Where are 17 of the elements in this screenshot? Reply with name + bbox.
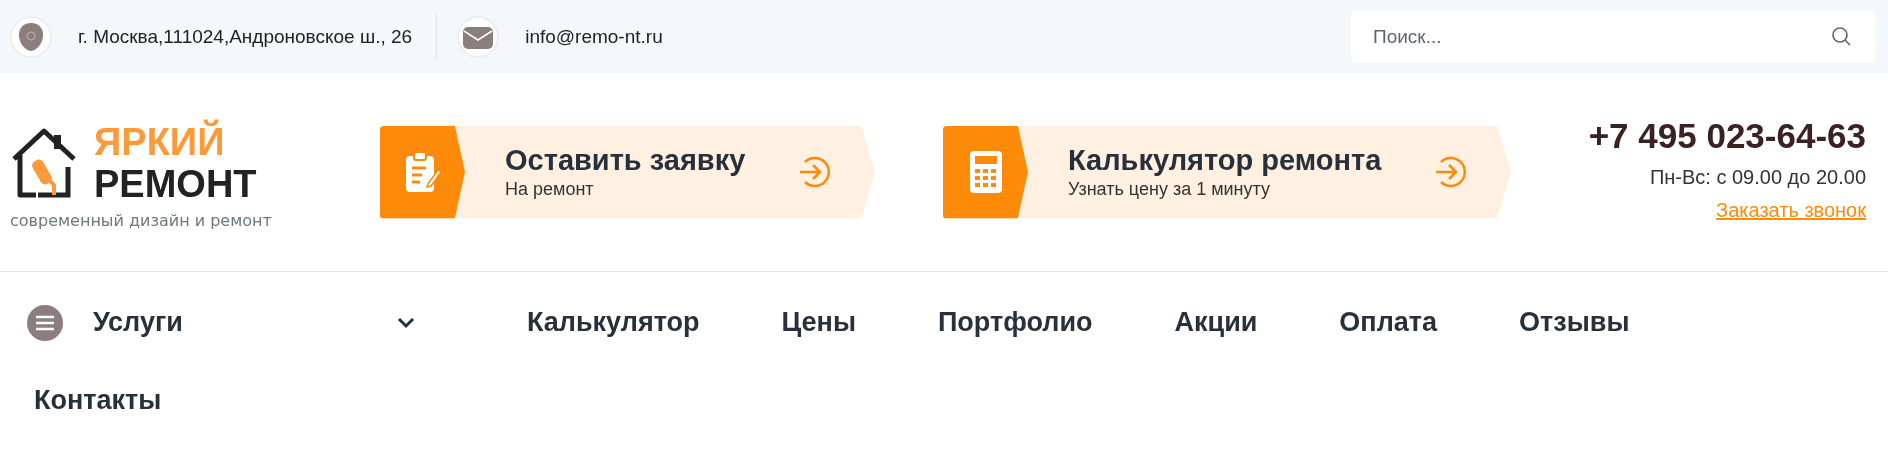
services-menu[interactable]: Услуги	[93, 307, 415, 338]
nav-link[interactable]: Цены	[781, 307, 856, 338]
action-button[interactable]: Калькулятор ремонта Узнать цену за 1 минуту	[943, 125, 1511, 219]
action-button[interactable]: Оставить заявку На ремонт	[380, 125, 875, 219]
page-heading: Контакты	[34, 385, 163, 416]
logo-tagline: современный дизайн и ремонт	[10, 210, 273, 230]
nav-link[interactable]: Калькулятор	[527, 307, 700, 338]
nav-link[interactable]: Акции	[1174, 307, 1258, 338]
search-field[interactable]: Поиск...	[1351, 10, 1875, 63]
address-text: г. Москва,111024,Андроновское ш., 26	[78, 25, 413, 48]
email-link[interactable]: info@remo-nt.ru	[525, 25, 663, 48]
nav-link[interactable]: Отзывы	[1519, 307, 1630, 338]
logo-text: РЕМОНТ	[94, 164, 257, 203]
nav-link[interactable]: Портфолио	[937, 307, 1093, 338]
working-hours: Пн-Вс: с 09.00 до 20.00	[1649, 166, 1866, 189]
nav-link[interactable]: Оплата	[1339, 307, 1438, 338]
phone-number: +7 495 023-64-63	[1588, 116, 1866, 156]
